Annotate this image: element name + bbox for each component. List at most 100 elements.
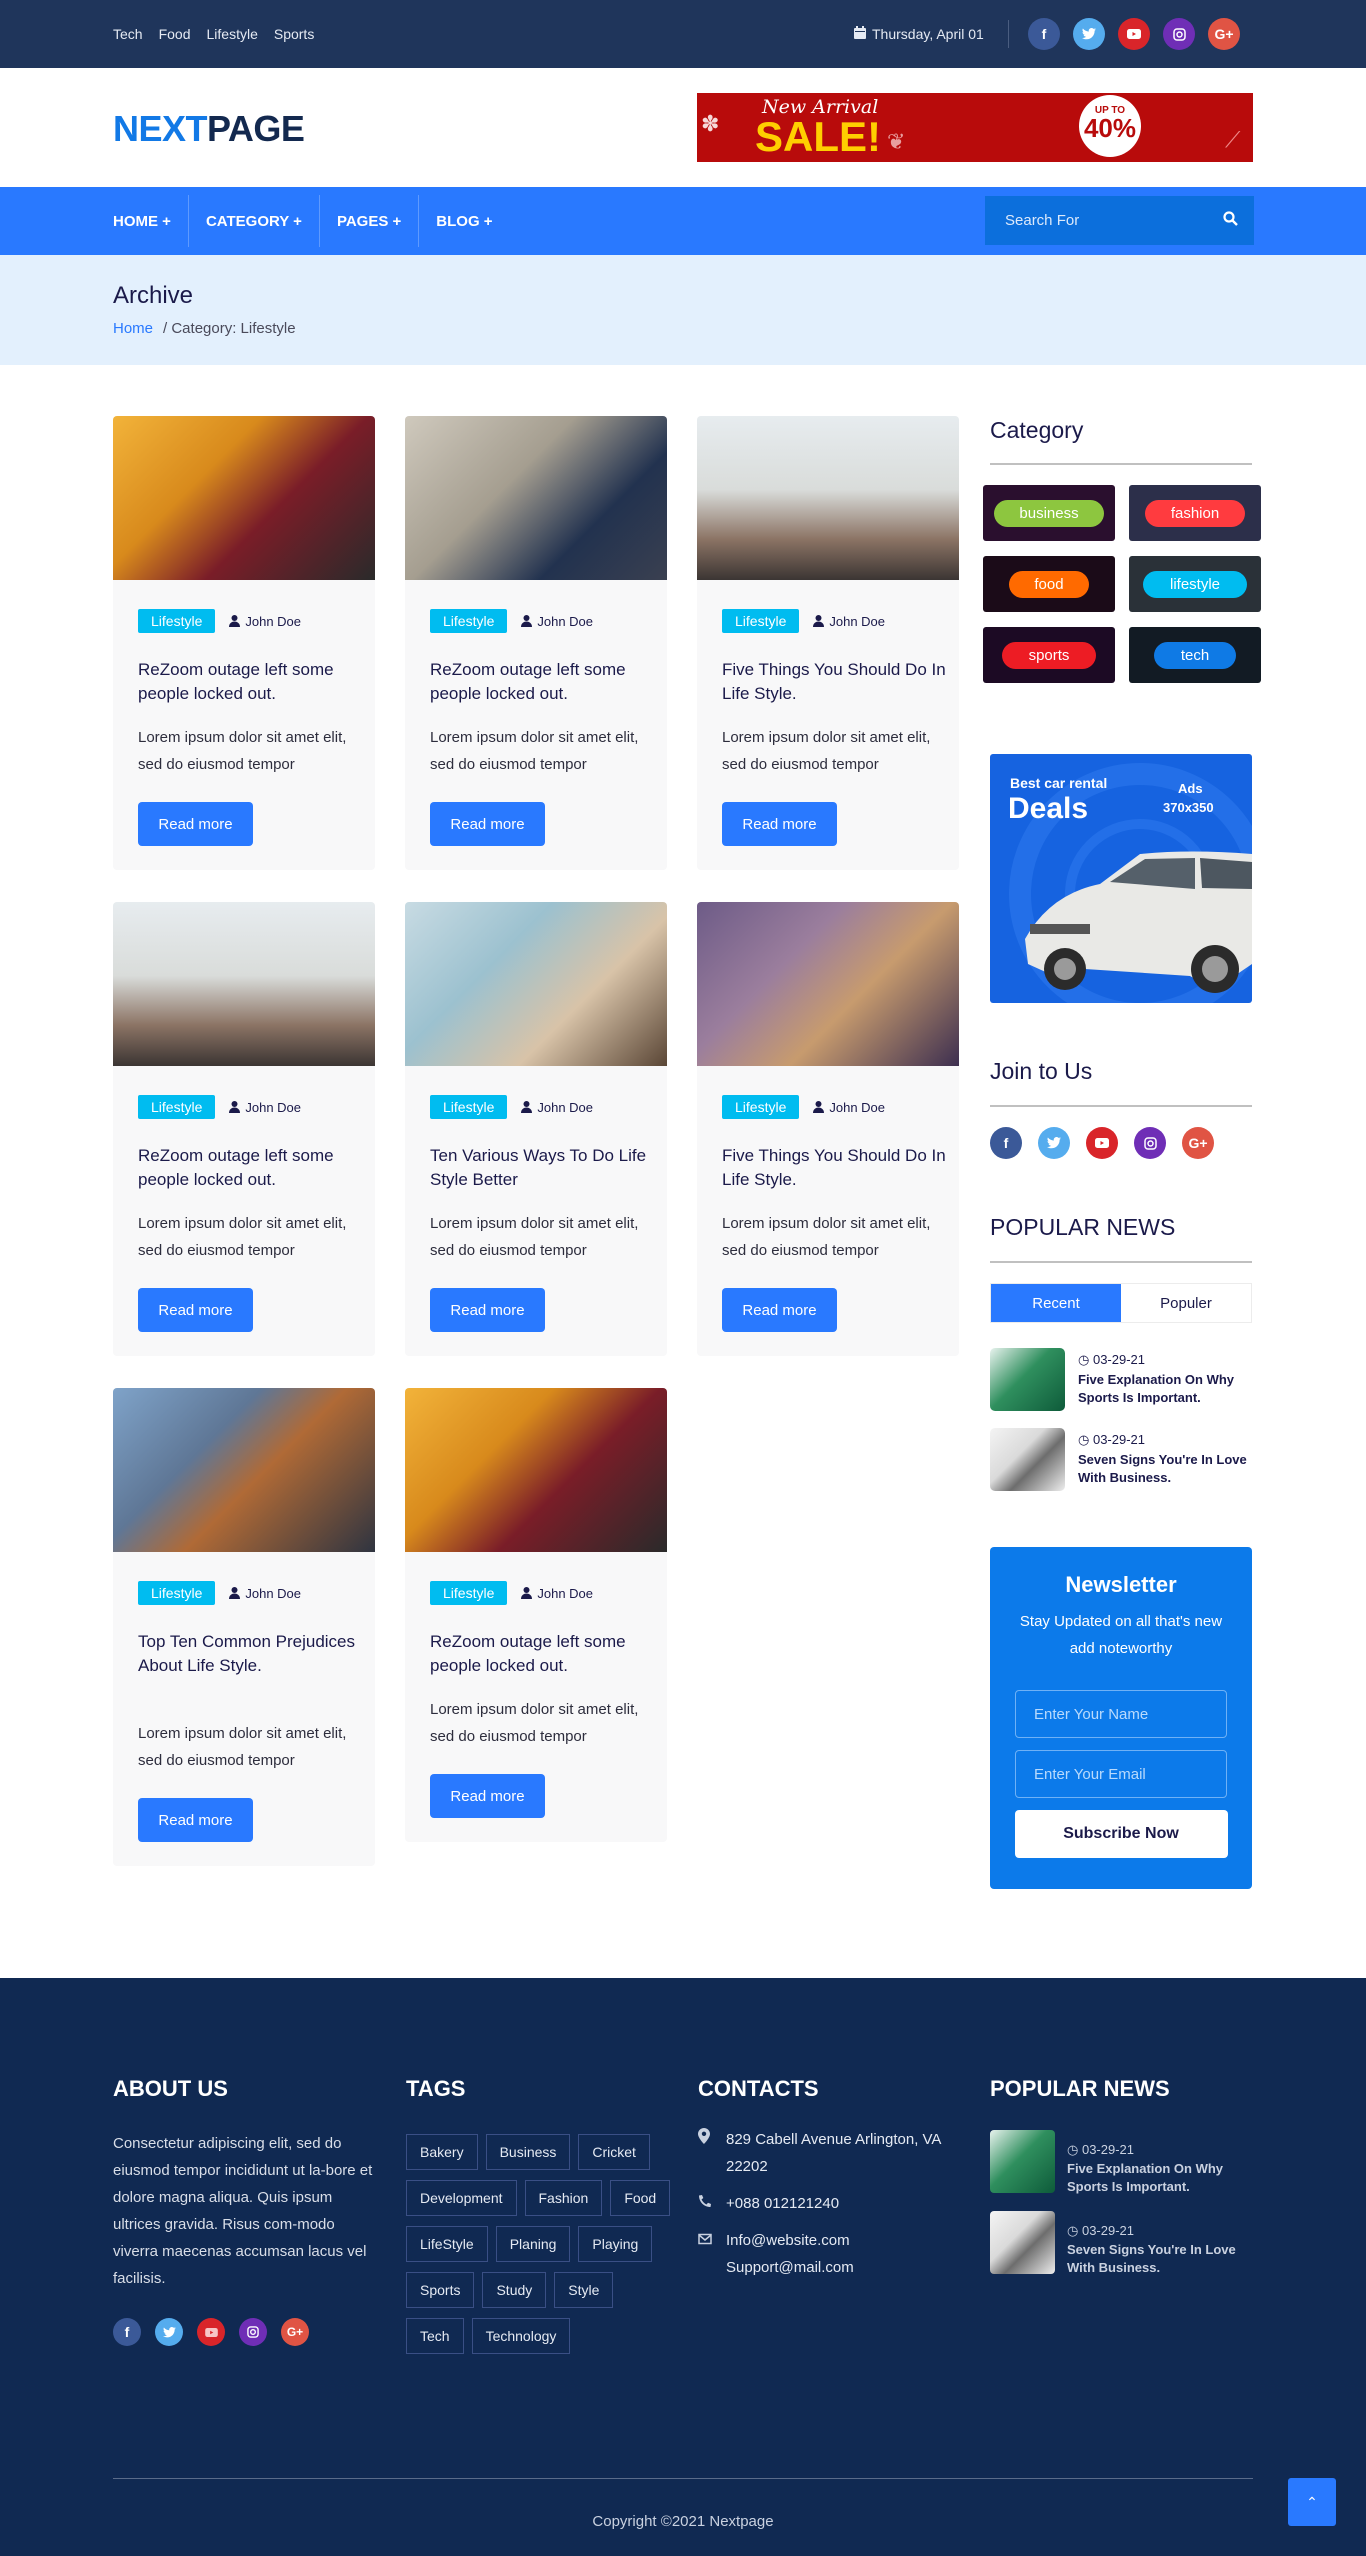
footer-tag[interactable]: Technology [471,2318,571,2354]
tab-recent[interactable]: Recent [991,1284,1121,1322]
post-category-tag[interactable]: Lifestyle [430,609,508,633]
breadcrumb-home[interactable]: Home [113,320,153,337]
read-more-button[interactable]: Read more [138,802,253,846]
car-rental-ad[interactable]: Best car rental Deals Ads 370x350 [990,754,1252,1003]
footer-tag[interactable]: Sports [406,2272,475,2308]
nav-pages[interactable]: PAGES + [320,195,420,247]
read-more-button[interactable]: Read more [722,1288,837,1332]
facebook-icon[interactable]: f [1028,18,1060,50]
footer-news-item[interactable]: ◷ 03-29-21 Seven Signs You're In Love Wi… [990,2211,1252,2277]
post-title[interactable]: ReZoom outage left some people locked ou… [138,1144,363,1192]
instagram-icon[interactable] [239,2318,267,2346]
post-title[interactable]: Ten Various Ways To Do Life Style Better [430,1144,655,1192]
footer-tag[interactable]: Food [610,2180,671,2216]
category-food[interactable]: food [983,556,1115,612]
post-category-tag[interactable]: Lifestyle [722,1095,800,1119]
footer-tag[interactable]: Business [485,2134,571,2170]
post-image[interactable] [697,416,959,580]
news-title[interactable]: Five Explanation On Why Sports Is Import… [1078,1371,1252,1407]
top-date: Thursday, April 01 [854,26,984,42]
facebook-icon[interactable]: f [113,2318,141,2346]
email-input[interactable] [1015,1750,1227,1798]
post-image[interactable] [113,902,375,1066]
youtube-icon[interactable] [1118,18,1150,50]
footer-tag[interactable]: Tech [406,2318,464,2354]
post-category-tag[interactable]: Lifestyle [138,1581,216,1605]
read-more-button[interactable]: Read more [138,1288,253,1332]
read-more-button[interactable]: Read more [430,1288,545,1332]
top-link-food[interactable]: Food [159,26,191,42]
post-image[interactable] [697,902,959,1066]
footer-tag[interactable]: Fashion [524,2180,603,2216]
read-more-button[interactable]: Read more [138,1798,253,1842]
post-author: John Doe [521,614,593,629]
footer-tag[interactable]: Planing [495,2226,571,2262]
post-title[interactable]: ReZoom outage left some people locked ou… [430,1630,655,1678]
news-item[interactable]: ◷ 03-29-21 Seven Signs You're In Love Wi… [990,1428,1252,1491]
nav-category[interactable]: CATEGORY + [189,195,320,247]
category-sports[interactable]: sports [983,627,1115,683]
post-category-tag[interactable]: Lifestyle [138,609,216,633]
category-fashion[interactable]: fashion [1129,485,1261,541]
sale-banner-ad[interactable]: ✽ New Arrival SALE! ❦ UP TO 40% ⟋ [697,93,1253,162]
email-2[interactable]: Support@mail.com [726,2259,854,2276]
instagram-icon[interactable] [1134,1127,1166,1159]
category-tech[interactable]: tech [1129,627,1261,683]
news-title[interactable]: Five Explanation On Why Sports Is Import… [1067,2160,1252,2196]
twitter-icon[interactable] [1038,1127,1070,1159]
post-image[interactable] [113,416,375,580]
twitter-icon[interactable] [1073,18,1105,50]
logo[interactable]: NEXTPAGE [113,108,305,150]
news-title[interactable]: Seven Signs You're In Love With Business… [1067,2241,1252,2277]
email-1[interactable]: Info@website.com [726,2232,850,2249]
subscribe-button[interactable]: Subscribe Now [1014,1810,1228,1858]
post-image[interactable] [405,416,667,580]
scroll-to-top-button[interactable]: ⌃ [1288,2478,1336,2526]
post-image[interactable] [405,1388,667,1552]
post-category-tag[interactable]: Lifestyle [138,1095,216,1119]
footer-tag[interactable]: Playing [578,2226,653,2262]
youtube-icon[interactable] [1086,1127,1118,1159]
name-input[interactable] [1015,1690,1227,1738]
read-more-button[interactable]: Read more [430,1774,545,1818]
search-icon[interactable] [1223,210,1238,231]
post-image[interactable] [405,902,667,1066]
news-item[interactable]: ◷ 03-29-21 Five Explanation On Why Sport… [990,1348,1252,1411]
post-title[interactable]: Five Things You Should Do In Life Style. [722,658,947,706]
top-link-tech[interactable]: Tech [113,26,143,42]
post-image[interactable] [113,1388,375,1552]
post-title[interactable]: Top Ten Common Prejudices About Life Sty… [138,1630,363,1678]
top-link-lifestyle[interactable]: Lifestyle [207,26,258,42]
nav-home[interactable]: HOME + [113,195,189,247]
top-link-sports[interactable]: Sports [274,26,314,42]
google-plus-icon[interactable]: G+ [1182,1127,1214,1159]
instagram-icon[interactable] [1163,18,1195,50]
news-title[interactable]: Seven Signs You're In Love With Business… [1078,1451,1252,1487]
footer-tag[interactable]: Bakery [406,2134,478,2170]
category-lifestyle[interactable]: lifestyle [1129,556,1261,612]
read-more-button[interactable]: Read more [722,802,837,846]
footer-tag[interactable]: Study [482,2272,547,2308]
search-input[interactable] [1005,212,1205,229]
facebook-icon[interactable]: f [990,1127,1022,1159]
post-title[interactable]: ReZoom outage left some people locked ou… [138,658,363,706]
post-category-tag[interactable]: Lifestyle [430,1095,508,1119]
footer-news-item[interactable]: ◷ 03-29-21 Five Explanation On Why Sport… [990,2130,1252,2196]
twitter-icon[interactable] [155,2318,183,2346]
google-plus-icon[interactable]: G+ [281,2318,309,2346]
news-date: ◷ 03-29-21 [1078,1352,1146,1367]
footer-tag[interactable]: Development [406,2180,517,2216]
tab-populer[interactable]: Populer [1121,1284,1251,1322]
post-title[interactable]: Five Things You Should Do In Life Style. [722,1144,947,1192]
post-title[interactable]: ReZoom outage left some people locked ou… [430,658,655,706]
category-business[interactable]: business [983,485,1115,541]
footer-tag[interactable]: Style [554,2272,614,2308]
nav-blog[interactable]: BLOG + [419,195,509,247]
youtube-icon[interactable] [197,2318,225,2346]
post-category-tag[interactable]: Lifestyle [430,1581,508,1605]
google-plus-icon[interactable]: G+ [1208,18,1240,50]
footer-tag[interactable]: LifeStyle [406,2226,488,2262]
footer-tag[interactable]: Cricket [578,2134,650,2170]
read-more-button[interactable]: Read more [430,802,545,846]
post-category-tag[interactable]: Lifestyle [722,609,800,633]
